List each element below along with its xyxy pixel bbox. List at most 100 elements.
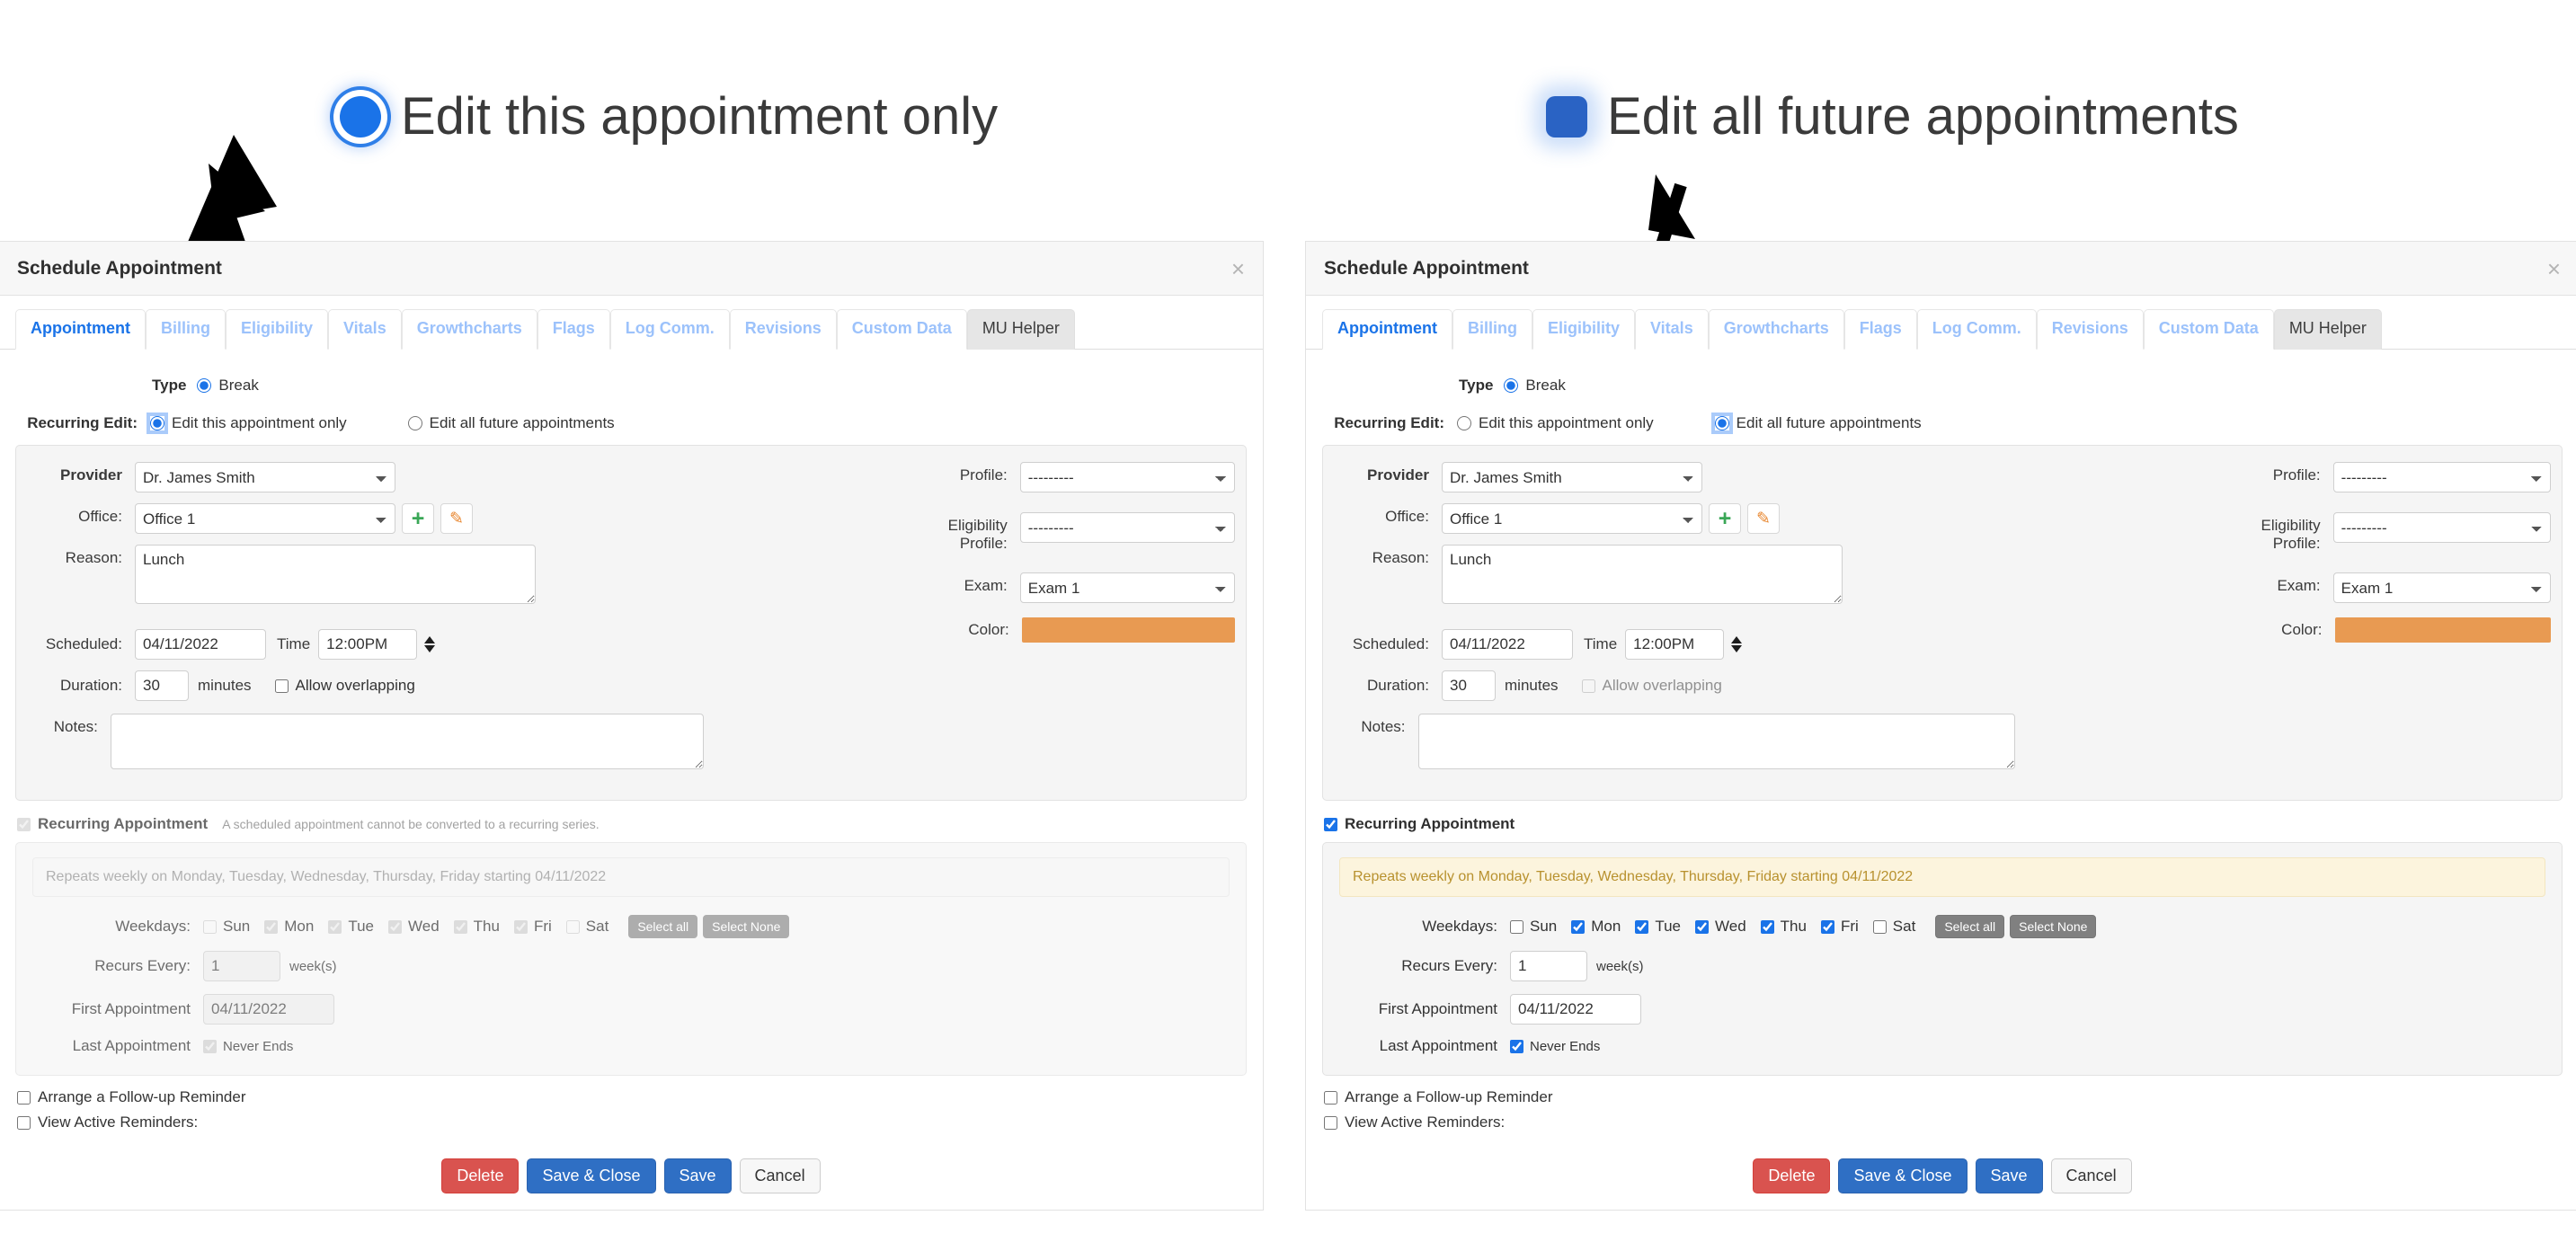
weekday-thu-right[interactable]: Thu bbox=[1760, 918, 1807, 936]
allow-overlapping-row-right[interactable]: Allow overlapping bbox=[1581, 677, 1722, 695]
type-option-break[interactable]: Break bbox=[197, 377, 259, 395]
tab-vitals-right[interactable]: Vitals bbox=[1635, 309, 1709, 350]
add-office-button-right[interactable]: + bbox=[1709, 503, 1741, 534]
time-stepper[interactable] bbox=[424, 636, 436, 652]
save-button[interactable]: Save bbox=[663, 1158, 732, 1193]
delete-button[interactable]: Delete bbox=[441, 1158, 520, 1193]
tab-billing[interactable]: Billing bbox=[145, 309, 226, 350]
tab-eligibility[interactable]: Eligibility bbox=[225, 309, 328, 350]
recurs-every-input[interactable] bbox=[203, 951, 280, 981]
duration-input[interactable] bbox=[135, 670, 189, 701]
view-active-reminders-row[interactable]: View Active Reminders: bbox=[17, 1113, 1247, 1131]
tab-growthcharts-right[interactable]: Growthcharts bbox=[1708, 309, 1844, 350]
provider-select[interactable]: Dr. James Smith bbox=[135, 462, 395, 492]
select-all-button[interactable]: Select all bbox=[628, 915, 698, 938]
cancel-button[interactable]: Cancel bbox=[739, 1158, 821, 1193]
recurring-appointment-checkbox[interactable] bbox=[17, 817, 31, 831]
select-none-button-right[interactable]: Select None bbox=[2010, 915, 2097, 938]
weekday-thu-checkbox[interactable] bbox=[453, 919, 467, 934]
profile-select-right[interactable]: --------- bbox=[2332, 462, 2551, 492]
tab-appointment[interactable]: Appointment bbox=[15, 309, 146, 350]
recurring-edit-all-future-radio-right[interactable] bbox=[1714, 416, 1729, 430]
save-close-button-right[interactable]: Save & Close bbox=[1838, 1158, 1968, 1193]
weekday-sun-checkbox-right[interactable] bbox=[1510, 919, 1523, 934]
weekday-mon-checkbox[interactable] bbox=[264, 919, 279, 934]
never-ends-checkbox-right[interactable] bbox=[1510, 1039, 1523, 1053]
arrange-followup-row[interactable]: Arrange a Follow-up Reminder bbox=[17, 1088, 1247, 1106]
weekday-sun[interactable]: Sun bbox=[203, 918, 250, 936]
color-swatch[interactable] bbox=[1021, 617, 1235, 643]
exam-select-right[interactable]: Exam 1 bbox=[2332, 572, 2551, 603]
reason-textarea[interactable]: Lunch bbox=[135, 545, 536, 604]
weekday-fri[interactable]: Fri bbox=[513, 918, 552, 936]
tab-log-comm-right[interactable]: Log Comm. bbox=[1916, 309, 2037, 350]
recurring-edit-all-future-radio[interactable] bbox=[407, 416, 422, 430]
recurring-appointment-checkbox-right[interactable] bbox=[1324, 817, 1337, 831]
select-none-button[interactable]: Select None bbox=[703, 915, 790, 938]
weekday-wed[interactable]: Wed bbox=[388, 918, 440, 936]
weekday-sat-checkbox-right[interactable] bbox=[1872, 919, 1887, 934]
arrange-followup-checkbox-right[interactable] bbox=[1324, 1090, 1337, 1105]
time-input-right[interactable] bbox=[1625, 629, 1725, 660]
tab-log-comm[interactable]: Log Comm. bbox=[609, 309, 730, 350]
scheduled-date-input[interactable] bbox=[135, 629, 266, 660]
close-icon[interactable]: × bbox=[1231, 257, 1245, 280]
tab-flags[interactable]: Flags bbox=[537, 309, 610, 350]
select-all-button-right[interactable]: Select all bbox=[1935, 915, 2005, 938]
weekday-tue[interactable]: Tue bbox=[328, 918, 374, 936]
reason-textarea-right[interactable]: Lunch bbox=[1442, 545, 1843, 604]
view-active-reminders-checkbox[interactable] bbox=[17, 1115, 31, 1130]
tab-billing-right[interactable]: Billing bbox=[1452, 309, 1532, 350]
tab-custom-data-right[interactable]: Custom Data bbox=[2143, 309, 2274, 350]
close-icon-right[interactable]: × bbox=[2547, 257, 2561, 280]
weekday-thu[interactable]: Thu bbox=[453, 918, 500, 936]
tab-growthcharts[interactable]: Growthcharts bbox=[401, 309, 537, 350]
tab-eligibility-right[interactable]: Eligibility bbox=[1532, 309, 1635, 350]
recurs-every-input-right[interactable] bbox=[1510, 951, 1587, 981]
weekday-wed-checkbox[interactable] bbox=[388, 919, 402, 934]
tab-revisions-right[interactable]: Revisions bbox=[2036, 309, 2144, 350]
never-ends-row-right[interactable]: Never Ends bbox=[1510, 1039, 1600, 1054]
view-active-reminders-checkbox-right[interactable] bbox=[1324, 1115, 1337, 1130]
view-active-reminders-row-right[interactable]: View Active Reminders: bbox=[1324, 1113, 2563, 1131]
tab-mu-helper-right[interactable]: MU Helper bbox=[2273, 309, 2382, 350]
weekday-wed-checkbox-right[interactable] bbox=[1695, 919, 1709, 934]
allow-overlapping-checkbox[interactable] bbox=[274, 679, 289, 693]
weekday-mon-checkbox-right[interactable] bbox=[1571, 919, 1586, 934]
weekday-sat-checkbox[interactable] bbox=[565, 919, 580, 934]
weekday-wed-right[interactable]: Wed bbox=[1695, 918, 1746, 936]
tab-custom-data[interactable]: Custom Data bbox=[836, 309, 967, 350]
office-select-right[interactable]: Office 1 bbox=[1442, 503, 1702, 534]
office-select[interactable]: Office 1 bbox=[135, 503, 395, 534]
delete-button-right[interactable]: Delete bbox=[1753, 1158, 1831, 1193]
weekday-thu-checkbox-right[interactable] bbox=[1760, 919, 1774, 934]
type-break-radio[interactable] bbox=[197, 378, 212, 393]
tab-flags-right[interactable]: Flags bbox=[1843, 309, 1917, 350]
recurring-edit-all-future-right[interactable]: Edit all future appointments bbox=[1714, 414, 1922, 432]
first-appointment-input[interactable] bbox=[203, 994, 334, 1025]
tab-appointment-right[interactable]: Appointment bbox=[1322, 309, 1452, 350]
weekday-fri-right[interactable]: Fri bbox=[1820, 918, 1859, 936]
allow-overlapping-row[interactable]: Allow overlapping bbox=[274, 677, 415, 695]
recurring-edit-this-only[interactable]: Edit this appointment only bbox=[150, 414, 347, 432]
never-ends-row[interactable]: Never Ends bbox=[203, 1039, 293, 1054]
weekday-fri-checkbox-right[interactable] bbox=[1820, 919, 1834, 934]
recurring-edit-this-only-radio[interactable] bbox=[150, 416, 164, 430]
weekday-fri-checkbox[interactable] bbox=[513, 919, 528, 934]
weekday-tue-right[interactable]: Tue bbox=[1635, 918, 1681, 936]
cancel-button-right[interactable]: Cancel bbox=[2050, 1158, 2132, 1193]
weekday-sun-checkbox[interactable] bbox=[203, 919, 217, 934]
duration-input-right[interactable] bbox=[1442, 670, 1496, 701]
allow-overlapping-checkbox-right[interactable] bbox=[1581, 679, 1595, 693]
type-break-radio-right[interactable] bbox=[1504, 378, 1519, 393]
tab-revisions[interactable]: Revisions bbox=[729, 309, 837, 350]
weekday-sat[interactable]: Sat bbox=[565, 918, 608, 936]
save-button-right[interactable]: Save bbox=[1975, 1158, 2043, 1193]
save-close-button[interactable]: Save & Close bbox=[527, 1158, 656, 1193]
weekday-mon[interactable]: Mon bbox=[264, 918, 314, 936]
provider-select-right[interactable]: Dr. James Smith bbox=[1442, 462, 1702, 492]
recurring-edit-all-future[interactable]: Edit all future appointments bbox=[407, 414, 615, 432]
notes-textarea[interactable] bbox=[110, 714, 704, 769]
eligibility-profile-select-right[interactable]: --------- bbox=[2332, 512, 2551, 543]
exam-select[interactable]: Exam 1 bbox=[1019, 572, 1235, 603]
